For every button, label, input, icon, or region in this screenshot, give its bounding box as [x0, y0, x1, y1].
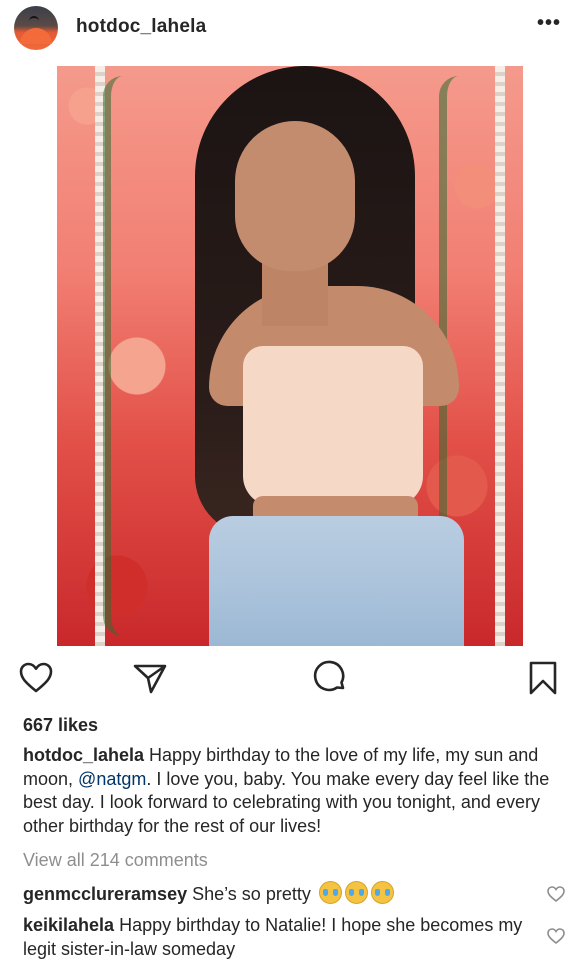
- avatar-sun-shape: [20, 28, 52, 44]
- more-options-icon[interactable]: •••: [537, 12, 561, 35]
- post-username[interactable]: hotdoc_lahela: [76, 16, 206, 38]
- photo-top: [243, 346, 423, 506]
- post-photo[interactable]: [57, 66, 523, 646]
- comment-username[interactable]: genmcclureramsey: [23, 884, 187, 904]
- view-all-comments-link[interactable]: View all 214 comments: [23, 850, 208, 871]
- bookmark-icon[interactable]: [525, 660, 561, 696]
- profile-avatar[interactable]: [14, 6, 58, 50]
- comment-item: genmcclureramsey She’s so pretty: [23, 881, 533, 907]
- crying-emoji-icon: [370, 881, 394, 904]
- post-caption: hotdoc_lahela Happy birthday to the love…: [23, 744, 571, 838]
- likes-count[interactable]: 667 likes: [23, 715, 98, 736]
- comment-text: She’s so pretty: [192, 884, 311, 904]
- post-actions: [0, 660, 581, 704]
- comment-item: keikilahela Happy birthday to Natalie! I…: [23, 914, 533, 961]
- post-header: hotdoc_lahela •••: [0, 0, 581, 56]
- comment-username[interactable]: keikilahela: [23, 915, 114, 935]
- small-heart-icon[interactable]: [546, 926, 566, 946]
- swing-rope-right: [495, 66, 505, 646]
- small-heart-icon[interactable]: [546, 884, 566, 904]
- caption-username[interactable]: hotdoc_lahela: [23, 745, 144, 765]
- crying-emoji-icon: [318, 881, 342, 904]
- share-icon[interactable]: [132, 660, 168, 696]
- vine-left: [103, 76, 157, 636]
- photo-face: [235, 121, 355, 271]
- caption-mention-link[interactable]: @natgm: [78, 769, 146, 789]
- crying-emoji-icon: [344, 881, 368, 904]
- photo-jeans: [209, 516, 464, 646]
- heart-icon[interactable]: [18, 660, 54, 696]
- avatar-bird-shape: [29, 16, 39, 22]
